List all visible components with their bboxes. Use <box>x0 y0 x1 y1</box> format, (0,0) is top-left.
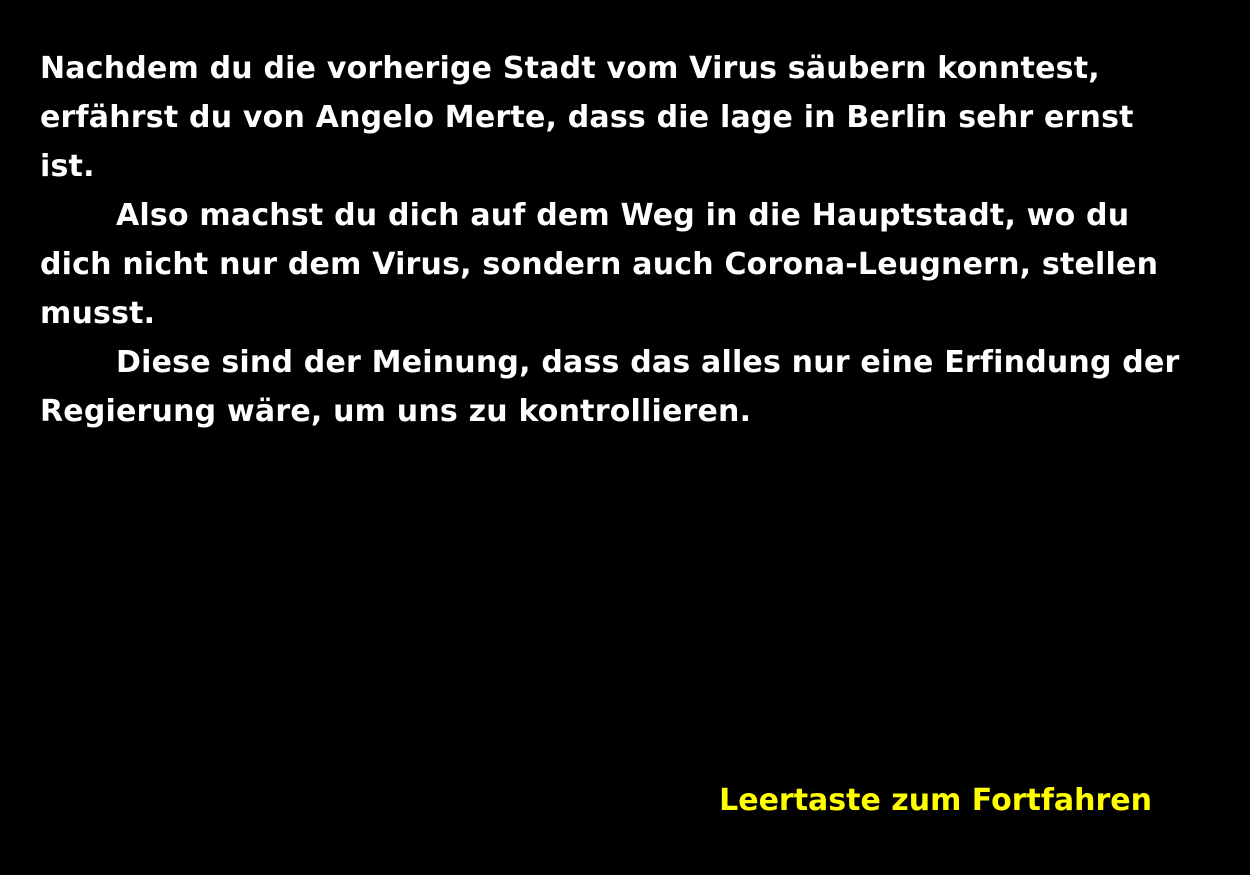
story-paragraph-2: Also machst du dich auf dem Weg in die H… <box>40 198 1169 331</box>
story-screen: Nachdem du die vorherige Stadt vom Virus… <box>0 0 1250 875</box>
story-paragraph-3: Diese sind der Meinung, dass das alles n… <box>40 345 1191 429</box>
story-text-block: Nachdem du die vorherige Stadt vom Virus… <box>40 44 1190 436</box>
story-paragraph-1: Nachdem du die vorherige Stadt vom Virus… <box>40 51 1145 184</box>
continue-prompt[interactable]: Leertaste zum Fortfahren <box>719 779 1152 823</box>
